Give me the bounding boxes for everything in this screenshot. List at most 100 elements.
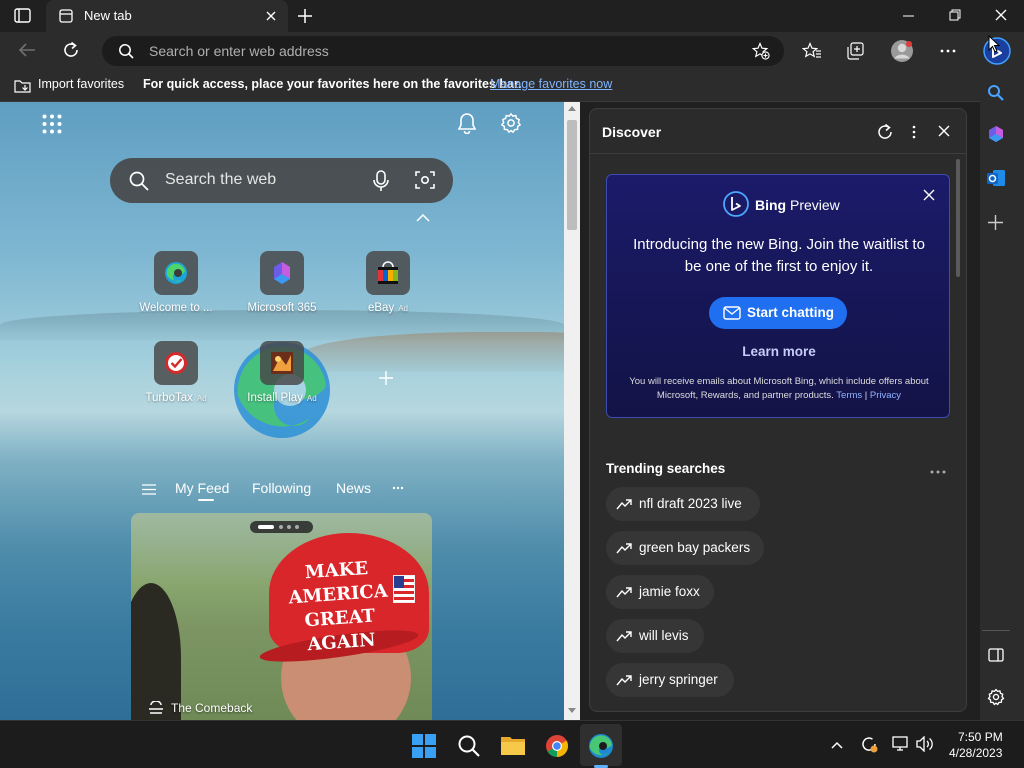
collapse-chevron-icon[interactable]	[416, 214, 430, 222]
tab-my-feed[interactable]: My Feed	[175, 480, 229, 496]
microphone-icon[interactable]	[373, 170, 389, 192]
microsoft-365-sidebar-icon[interactable]	[986, 124, 1006, 144]
notifications-bell-icon[interactable]	[456, 112, 478, 134]
trending-item[interactable]: nfl draft 2023 live	[606, 487, 760, 521]
add-favorite-icon[interactable]	[752, 42, 770, 60]
refresh-discover-icon[interactable]	[876, 123, 894, 141]
selected-tab-indicator	[198, 499, 214, 501]
start-chatting-label: Start chatting	[747, 305, 835, 320]
more-options-icon[interactable]	[940, 49, 956, 53]
sync-icon[interactable]	[860, 735, 878, 753]
microsoft-365-icon	[260, 251, 304, 295]
trending-searches-heading: Trending searches	[606, 461, 726, 476]
add-shortcut-icon[interactable]	[378, 370, 394, 386]
trending-item[interactable]: will levis	[606, 619, 704, 653]
tile-label: Install Play	[247, 392, 303, 404]
show-hidden-icons-chevron-icon[interactable]	[831, 741, 843, 749]
scroll-down-arrow-icon[interactable]	[568, 708, 576, 713]
ebay-bag-icon	[366, 251, 410, 295]
bing-logo-icon	[723, 191, 749, 217]
tab-following[interactable]: Following	[252, 480, 311, 496]
app-launcher-icon[interactable]	[42, 114, 62, 134]
quick-link-tile[interactable]: Welcome to ...	[116, 251, 236, 331]
flag-patch	[393, 575, 415, 603]
trending-item[interactable]: jamie foxx	[606, 575, 714, 609]
bing-brand: Bing	[755, 197, 787, 213]
ad-badge: Ad	[398, 304, 408, 313]
start-chatting-button[interactable]: Start chatting	[709, 297, 847, 329]
back-button[interactable]	[18, 42, 36, 58]
scroll-thumb[interactable]	[567, 120, 577, 230]
file-explorer-icon[interactable]	[500, 734, 526, 756]
quick-link-tile[interactable]: eBay Ad	[328, 251, 448, 331]
trend-arrow-icon	[616, 674, 632, 686]
search-sidebar-icon[interactable]	[987, 84, 1005, 102]
scroll-up-arrow-icon[interactable]	[568, 106, 576, 111]
chrome-icon[interactable]	[545, 734, 569, 758]
web-search-box[interactable]: Search the web	[110, 158, 453, 203]
bing-message: Introducing the new Bing. Join the waitl…	[633, 236, 925, 275]
import-favorites-button[interactable]: Import favorites	[38, 77, 124, 91]
quick-link-tile[interactable]: TurboTax Ad	[116, 341, 236, 421]
clock-time[interactable]: 7:50 PM	[958, 730, 1003, 744]
network-icon[interactable]	[892, 736, 910, 752]
trending-item[interactable]: jerry springer	[606, 663, 734, 697]
web-search-placeholder: Search the web	[165, 171, 277, 188]
search-icon	[118, 43, 134, 59]
game-tile-icon	[260, 341, 304, 385]
privacy-link[interactable]: Privacy	[870, 390, 901, 401]
more-feed-options-icon[interactable]	[392, 486, 404, 490]
learn-more-link[interactable]: Learn more	[607, 344, 951, 359]
close-tab-icon[interactable]	[266, 11, 276, 21]
tile-label: Microsoft 365	[247, 302, 317, 314]
edge-logo-icon	[154, 251, 198, 295]
sidebar-settings-gear-icon[interactable]	[987, 688, 1005, 706]
new-tab-favicon-icon	[59, 9, 73, 23]
hide-sidebar-icon[interactable]	[988, 648, 1004, 662]
tab-new-tab[interactable]: New tab	[46, 0, 288, 32]
tab-news[interactable]: News	[336, 480, 371, 496]
address-bar[interactable]: Search or enter web address	[102, 36, 784, 66]
windows-start-icon[interactable]	[412, 734, 436, 758]
tile-label: eBay	[367, 302, 395, 314]
tab-actions-icon[interactable]	[14, 8, 32, 24]
close-bing-card-icon[interactable]	[923, 189, 935, 201]
manage-favorites-link[interactable]: Manage favorites now	[490, 77, 612, 91]
news-card[interactable]: MAKE AMERICA GREAT AGAIN The Comeback	[131, 513, 432, 720]
outlook-icon[interactable]	[986, 168, 1006, 188]
mouse-cursor-icon	[988, 35, 1000, 53]
clock-date[interactable]: 4/28/2023	[949, 746, 1002, 760]
visual-search-icon[interactable]	[415, 170, 435, 190]
feed-menu-icon[interactable]	[142, 484, 156, 495]
close-window-button[interactable]	[995, 9, 1007, 21]
edge-sidebar	[980, 32, 1024, 720]
taskbar-search-icon[interactable]	[457, 734, 481, 758]
close-discover-icon[interactable]	[938, 125, 950, 137]
terms-link[interactable]: Terms	[836, 390, 862, 401]
tab-title: New tab	[84, 8, 132, 23]
restore-button[interactable]	[949, 9, 962, 22]
carousel-indicator[interactable]	[250, 521, 313, 533]
quick-link-tile[interactable]: Microsoft 365	[222, 251, 342, 331]
discover-scroll-thumb[interactable]	[956, 159, 960, 277]
discover-more-icon[interactable]	[912, 125, 916, 139]
bing-preview-card: Bing Preview Introducing the new Bing. J…	[606, 174, 950, 418]
add-sidebar-app-icon[interactable]	[988, 215, 1003, 230]
card-source-label: The Comeback	[171, 701, 253, 715]
favorites-icon[interactable]	[802, 42, 822, 60]
mail-icon	[723, 306, 741, 320]
profile-avatar[interactable]	[890, 39, 914, 63]
new-tab-button[interactable]	[297, 8, 313, 24]
fine-print: You will receive emails about Microsoft …	[629, 376, 929, 401]
trending-item[interactable]: green bay packers	[606, 531, 764, 565]
search-icon	[129, 171, 149, 191]
quick-link-tile[interactable]: Install Play Ad	[222, 341, 342, 421]
trending-more-icon[interactable]	[930, 470, 946, 474]
page-settings-gear-icon[interactable]	[500, 112, 522, 134]
collections-icon[interactable]	[846, 42, 864, 60]
refresh-button[interactable]	[62, 41, 80, 59]
volume-icon[interactable]	[916, 736, 934, 752]
divider	[982, 630, 1010, 631]
edge-taskbar-icon[interactable]	[588, 733, 614, 759]
minimize-button[interactable]	[903, 15, 915, 17]
